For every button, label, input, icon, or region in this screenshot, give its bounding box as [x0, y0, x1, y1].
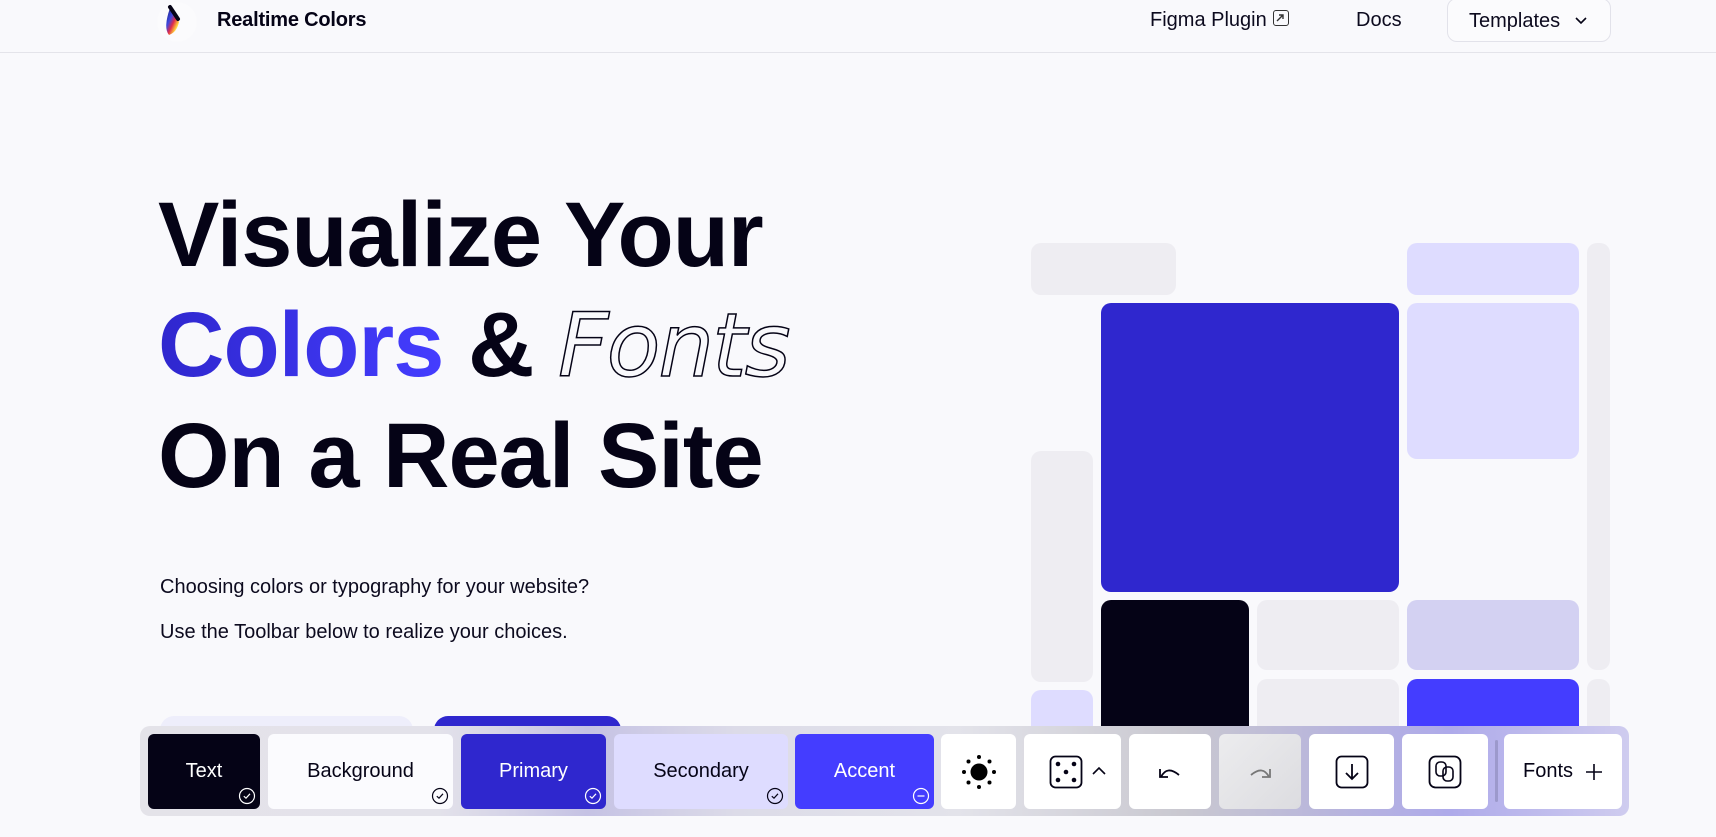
- headline-line-1: Visualize Your: [158, 184, 764, 286]
- nav-link-docs[interactable]: Docs: [1356, 9, 1402, 32]
- check-circle-icon[interactable]: [584, 787, 602, 805]
- swatch-label: Secondary: [653, 760, 749, 782]
- download-icon: [1335, 755, 1368, 788]
- dice-five-icon: [1049, 755, 1083, 788]
- link-icon: [1428, 755, 1462, 788]
- preview-block-background: [1257, 600, 1399, 670]
- accent-color-swatch[interactable]: Accent: [795, 734, 934, 809]
- preview-block-secondary: [1407, 303, 1579, 459]
- undo-button[interactable]: [1129, 734, 1211, 809]
- preview-block-primary: [1101, 303, 1399, 592]
- fonts-button[interactable]: Fonts: [1504, 734, 1622, 809]
- hero-headline: Visualize Your Colors & Fonts On a Real …: [158, 180, 791, 511]
- headline-line-3: On a Real Site: [158, 405, 764, 507]
- hero-description-2: Use the Toolbar below to realize your ch…: [160, 621, 568, 643]
- fonts-label: Fonts: [1522, 760, 1574, 782]
- color-toolbar: Text Background Primary Secondary Accent: [140, 726, 1629, 816]
- nav-link-label: Figma Plugin: [1150, 9, 1267, 31]
- preview-block-background: [1031, 451, 1093, 682]
- headline-ampersand: &: [467, 294, 534, 396]
- theme-toggle-button[interactable]: [941, 734, 1016, 809]
- plus-icon: [1586, 763, 1603, 780]
- redo-button[interactable]: [1219, 734, 1301, 809]
- secondary-color-swatch[interactable]: Secondary: [614, 734, 788, 809]
- templates-label: Templates: [1469, 10, 1561, 32]
- preview-block-secondary: [1407, 600, 1579, 670]
- undo-icon: [1159, 768, 1180, 778]
- external-link-icon: [1272, 9, 1289, 26]
- preview-block-secondary: [1407, 243, 1579, 295]
- share-link-button[interactable]: [1402, 734, 1488, 809]
- headline-fonts-word: Fonts: [557, 293, 791, 398]
- sun-icon: [961, 754, 996, 789]
- check-circle-icon[interactable]: [766, 787, 784, 805]
- brand-name[interactable]: Realtime Colors: [217, 9, 366, 32]
- randomize-button[interactable]: [1024, 734, 1121, 809]
- minus-circle-icon[interactable]: [912, 787, 930, 805]
- preview-block-text: [1101, 600, 1249, 740]
- primary-color-swatch[interactable]: Primary: [461, 734, 606, 809]
- preview-block-background: [1587, 243, 1610, 670]
- redo-icon: [1250, 768, 1271, 778]
- hero-description-1: Choosing colors or typography for your w…: [160, 576, 590, 598]
- swatch-label: Accent: [833, 760, 896, 782]
- chevron-up-icon[interactable]: [1091, 765, 1107, 777]
- nav-link-figma-plugin[interactable]: Figma Plugin: [1150, 9, 1289, 32]
- chevron-down-icon: [1575, 17, 1587, 25]
- headline-colors-word: Colors: [158, 294, 444, 396]
- text-color-swatch[interactable]: Text: [148, 734, 260, 809]
- preview-block-background: [1031, 243, 1176, 295]
- toolbar-divider: [1495, 740, 1498, 802]
- export-button[interactable]: [1309, 734, 1394, 809]
- headline-line-2: Colors & Fonts: [158, 290, 791, 401]
- swatch-label: Background: [307, 760, 414, 782]
- templates-dropdown[interactable]: Templates: [1447, 0, 1611, 42]
- check-circle-icon[interactable]: [431, 787, 449, 805]
- logo-icon[interactable]: [157, 2, 197, 42]
- background-color-swatch[interactable]: Background: [268, 734, 453, 809]
- swatch-label: Primary: [499, 760, 568, 782]
- top-navbar: Realtime Colors Figma Plugin Docs Templa…: [0, 0, 1716, 53]
- check-circle-icon[interactable]: [238, 787, 256, 805]
- swatch-label: Text: [185, 760, 223, 782]
